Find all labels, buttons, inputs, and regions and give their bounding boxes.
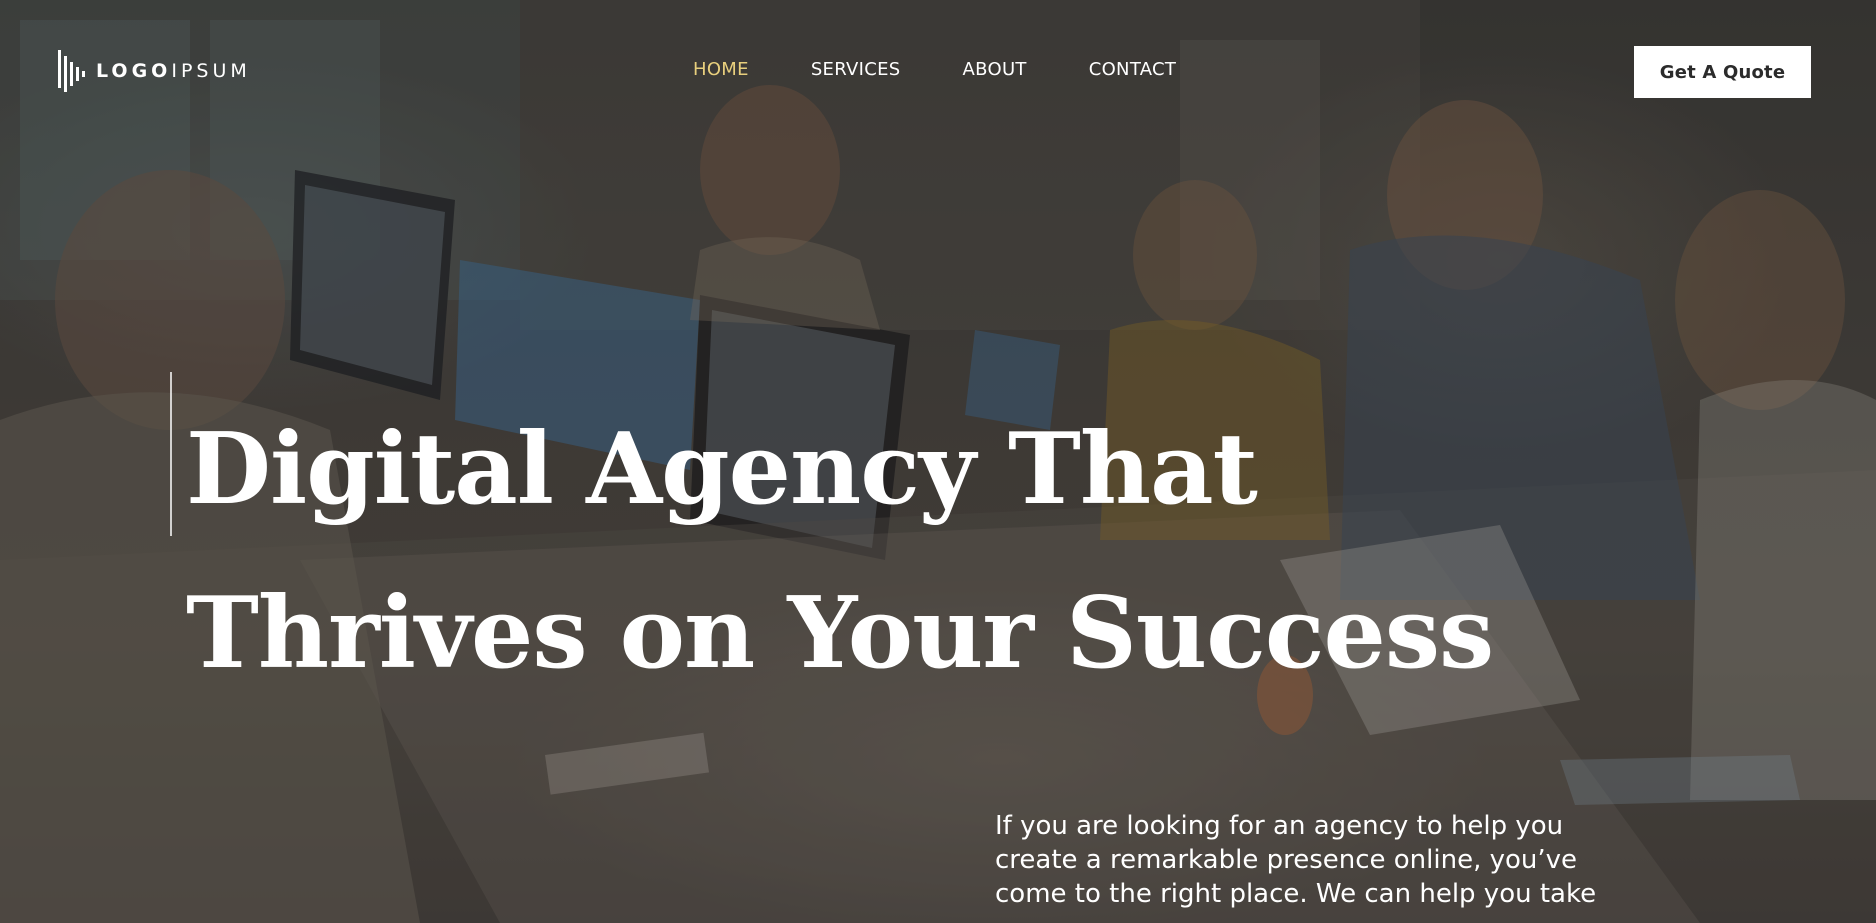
site-header: LOGOIPSUM HOME SERVICES ABOUT CONTACT Ge… — [0, 0, 1876, 143]
logo-bars-icon — [58, 50, 85, 92]
hero-headline: Digital Agency That Thrives on Your Succ… — [186, 388, 1494, 716]
text-cursor — [170, 372, 172, 536]
nav-contact[interactable]: CONTACT — [1089, 59, 1176, 80]
nav-about[interactable]: ABOUT — [963, 59, 1027, 80]
hero-section: LOGOIPSUM HOME SERVICES ABOUT CONTACT Ge… — [0, 0, 1876, 923]
logo-text-light: IPSUM — [171, 60, 251, 82]
main-nav: HOME SERVICES ABOUT CONTACT — [693, 59, 1176, 80]
hero-intro-text: If you are looking for an agency to help… — [995, 811, 1597, 909]
logo-text-bold: LOGO — [96, 60, 172, 82]
headline-line-1: Digital Agency That — [186, 412, 1258, 527]
headline-line-2: Thrives on Your Success — [186, 576, 1494, 691]
get-a-quote-button[interactable]: Get A Quote — [1634, 46, 1811, 98]
logo[interactable]: LOGOIPSUM — [58, 50, 251, 92]
logo-text: LOGOIPSUM — [96, 60, 251, 82]
nav-home[interactable]: HOME — [693, 59, 749, 80]
nav-services[interactable]: SERVICES — [811, 59, 901, 80]
